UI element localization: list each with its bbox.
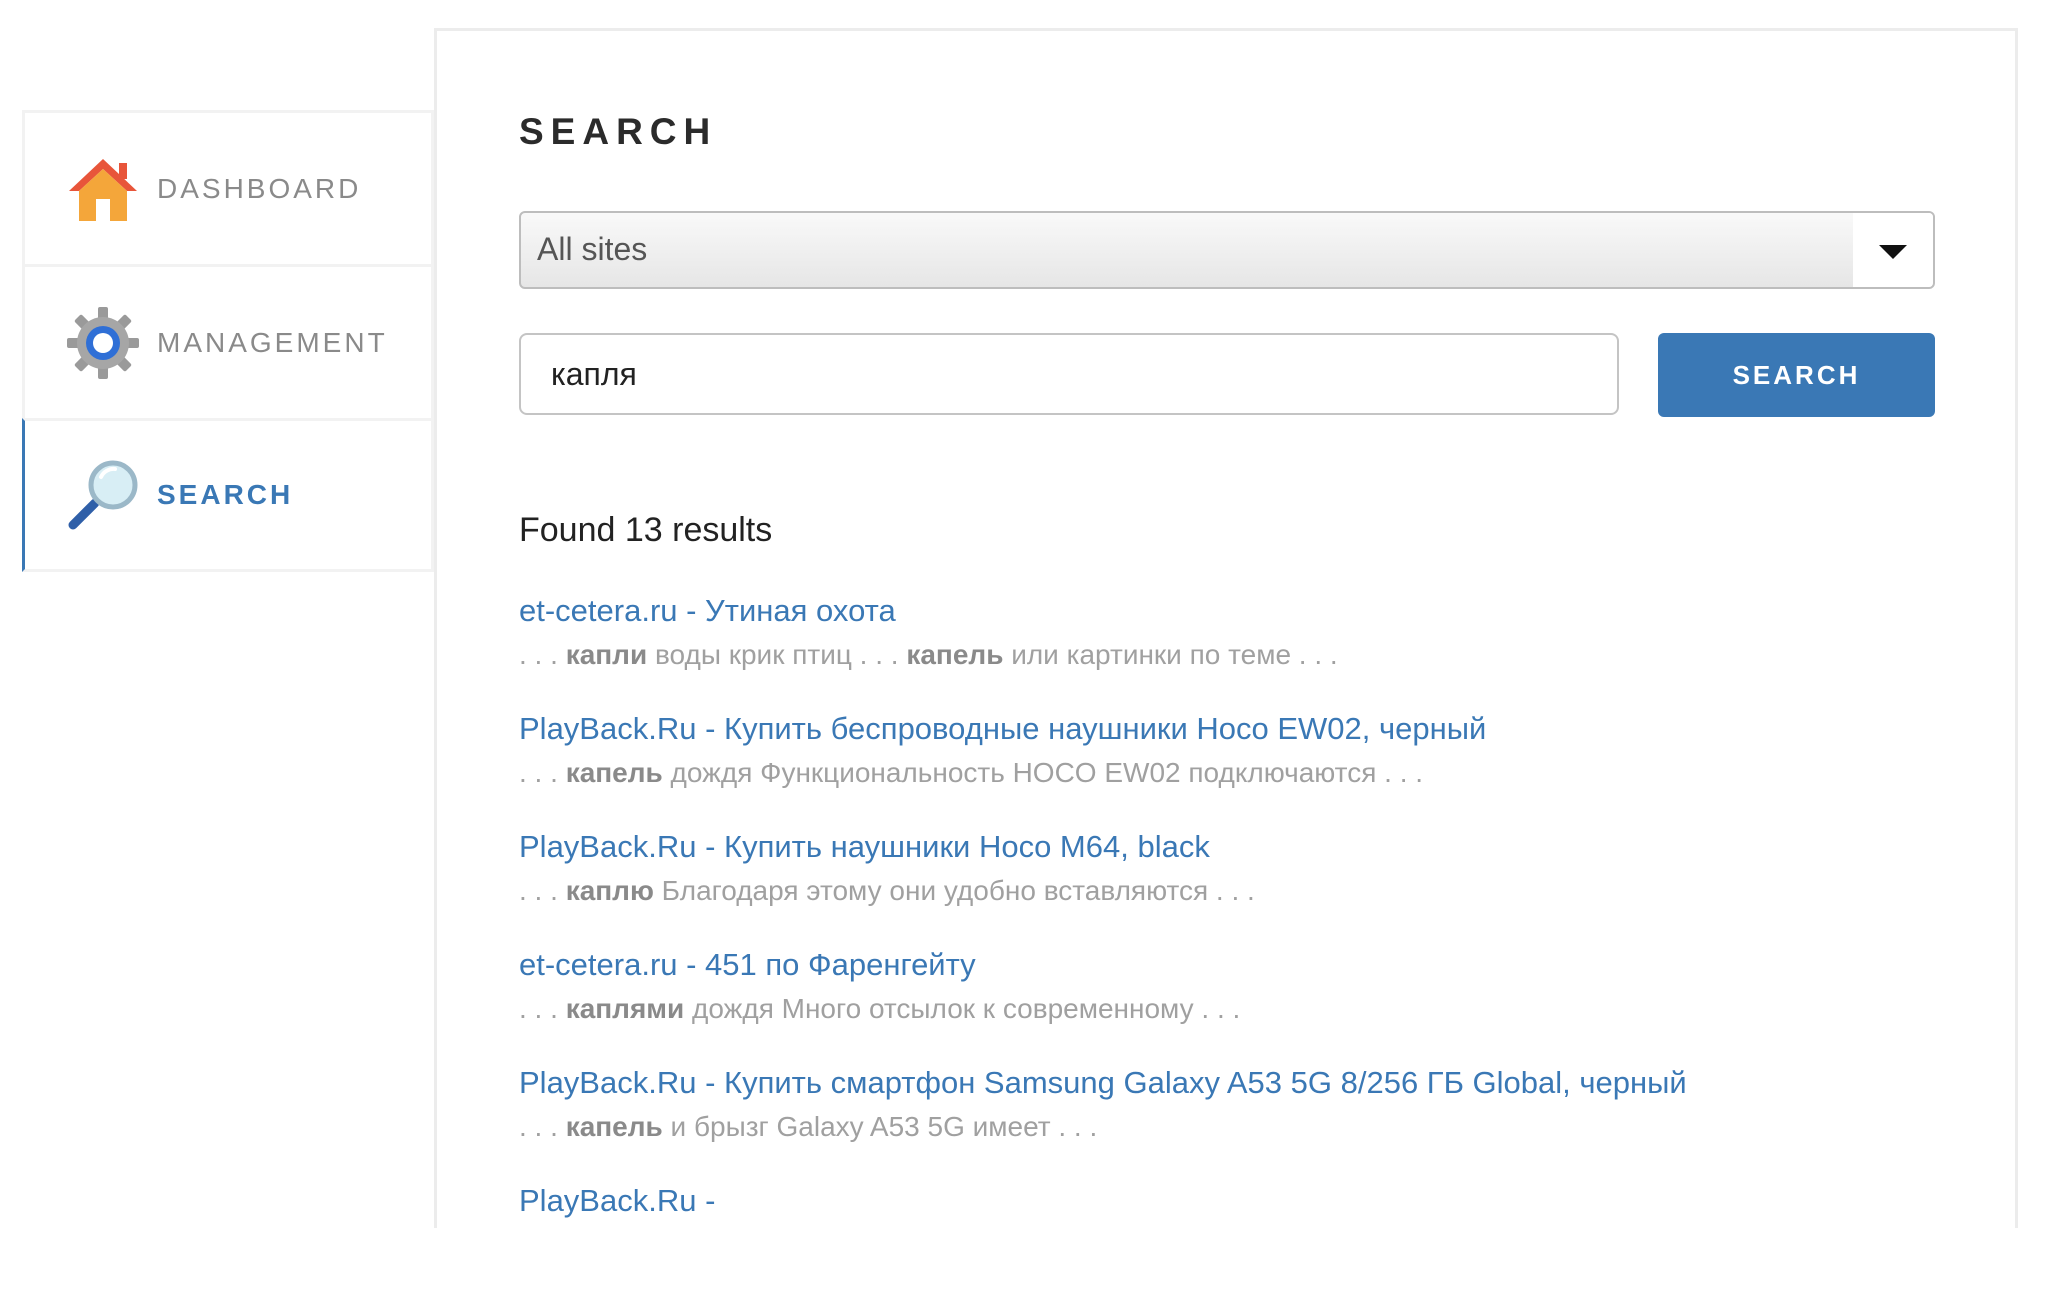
sidebar-item-label: MANAGEMENT xyxy=(157,326,388,358)
result-title-link[interactable]: PlayBack.Ru - Купить беспроводные наушни… xyxy=(519,711,1939,747)
list-item: PlayBack.Ru - xyxy=(519,1183,1939,1301)
main-panel: SEARCH All sites SEARCH Found 13 results… xyxy=(434,28,2018,1228)
snippet-highlight: каплю xyxy=(565,875,654,906)
snippet-text: Благодаря этому они удобно вставляются .… xyxy=(653,875,1255,906)
snippet-text: . . . xyxy=(519,993,566,1024)
house-icon xyxy=(65,151,141,227)
sidebar-item-dashboard[interactable]: DASHBOARD xyxy=(22,110,434,264)
result-title-link[interactable]: PlayBack.Ru - Купить смартфон Samsung Ga… xyxy=(519,1065,1939,1101)
chevron-down-icon xyxy=(1879,245,1907,259)
gear-icon xyxy=(65,305,141,381)
sidebar: DASHBOARD MANAGEMENT SEARCH xyxy=(22,110,434,572)
sidebar-item-management[interactable]: MANAGEMENT xyxy=(22,264,434,418)
result-snippet: . . . каплю Благодаря этому они удобно в… xyxy=(519,875,1939,907)
snippet-text: . . . xyxy=(519,1111,566,1142)
snippet-text: . . . xyxy=(519,875,566,906)
snippet-text: дождя Много отсылок к современному . . . xyxy=(684,993,1241,1024)
magnifier-icon xyxy=(65,457,141,533)
list-item: PlayBack.Ru - Купить смартфон Samsung Ga… xyxy=(519,1065,1939,1183)
site-select-arrow-box[interactable] xyxy=(1853,213,1933,287)
site-select-value: All sites xyxy=(537,231,648,267)
snippet-highlight: капель xyxy=(565,1111,663,1142)
snippet-highlight: капли xyxy=(565,639,648,670)
sidebar-item-search[interactable]: SEARCH xyxy=(22,418,434,572)
search-input[interactable] xyxy=(519,333,1619,415)
result-title-link[interactable]: PlayBack.Ru - xyxy=(519,1183,1939,1219)
result-snippet: . . . капель и брызг Galaxy A53 5G имеет… xyxy=(519,1111,1939,1143)
snippet-highlight: каплями xyxy=(565,993,685,1024)
result-snippet: . . . капель дождя Функциональность HOCO… xyxy=(519,757,1939,789)
sidebar-item-label: DASHBOARD xyxy=(157,172,362,204)
result-snippet: . . . капли воды крик птиц . . . капель … xyxy=(519,639,1939,671)
snippet-text: воды крик птиц . . . xyxy=(647,639,907,670)
snippet-text: и брызг Galaxy A53 5G имеет . . . xyxy=(662,1111,1098,1142)
result-snippet: . . . каплями дождя Много отсылок к совр… xyxy=(519,993,1939,1025)
result-title-link[interactable]: PlayBack.Ru - Купить наушники Hoco M64, … xyxy=(519,829,1939,865)
snippet-text: . . . xyxy=(519,757,566,788)
snippet-text: или картинки по теме . . . xyxy=(1003,639,1338,670)
site-select[interactable]: All sites xyxy=(519,211,1935,289)
snippet-text: . . . xyxy=(519,639,566,670)
sidebar-item-label: SEARCH xyxy=(157,479,294,510)
result-title-link[interactable]: et-cetera.ru - 451 по Фаренгейту xyxy=(519,947,1939,983)
list-item: PlayBack.Ru - Купить наушники Hoco M64, … xyxy=(519,829,1939,947)
page-title: SEARCH xyxy=(519,111,718,152)
list-item: et-cetera.ru - 451 по Фаренгейту . . . к… xyxy=(519,947,1939,1065)
snippet-highlight: капель xyxy=(565,757,663,788)
list-item: PlayBack.Ru - Купить беспроводные наушни… xyxy=(519,711,1939,829)
result-title-link[interactable]: et-cetera.ru - Утиная охота xyxy=(519,593,1939,629)
results-list: et-cetera.ru - Утиная охота . . . капли … xyxy=(519,593,1939,1301)
snippet-text: дождя Функциональность HOCO EW02 подключ… xyxy=(662,757,1424,788)
snippet-highlight: капель xyxy=(906,639,1004,670)
results-count: Found 13 results xyxy=(519,511,773,549)
search-button[interactable]: SEARCH xyxy=(1658,333,1935,417)
list-item: et-cetera.ru - Утиная охота . . . капли … xyxy=(519,593,1939,711)
